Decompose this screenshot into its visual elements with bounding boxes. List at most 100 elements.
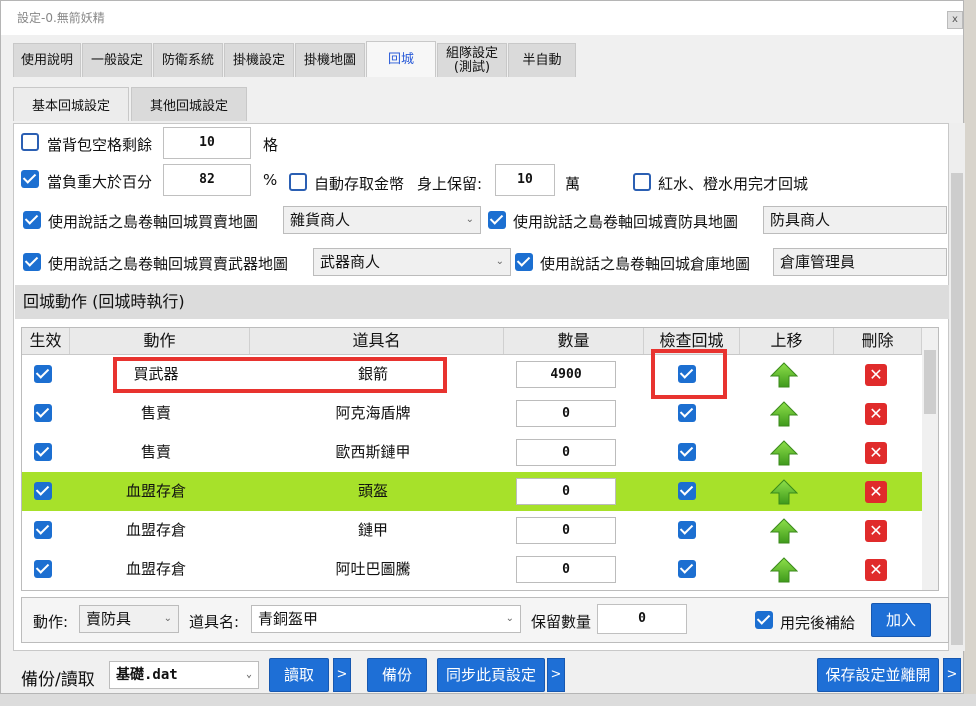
header-enabled[interactable]: 生效	[22, 328, 70, 354]
tab-other-return[interactable]: 其他回城設定	[131, 87, 247, 121]
table-row[interactable]: 血盟存倉 阿吐巴圖騰 0 ✕	[22, 550, 922, 589]
header-delete[interactable]: 刪除	[834, 328, 922, 354]
row-enabled-checkbox[interactable]	[34, 482, 52, 500]
delete-icon[interactable]: ✕	[865, 364, 887, 386]
form-item-dropdown[interactable]: 青銅盔甲 ⌄	[251, 605, 521, 633]
row-check-checkbox[interactable]	[678, 560, 696, 578]
scroll-warehouse-checkbox[interactable]	[515, 253, 533, 271]
table-row[interactable]: 血盟存倉 鏈甲 0 ✕	[22, 511, 922, 550]
save-exit-button[interactable]: 保存設定並離開	[817, 658, 939, 692]
scroll-warehouse-dropdown[interactable]: 倉庫管理員	[773, 248, 947, 276]
delete-icon[interactable]: ✕	[865, 559, 887, 581]
row-check-checkbox[interactable]	[678, 521, 696, 539]
add-button[interactable]: 加入	[871, 603, 931, 637]
tab-basic-return[interactable]: 基本回城設定	[13, 87, 129, 121]
form-action-value: 賣防具	[86, 610, 132, 628]
arrow-up-icon[interactable]	[770, 479, 798, 505]
potion-label: 紅水、橙水用完才回城	[658, 175, 809, 193]
row-enabled-checkbox[interactable]	[34, 365, 52, 383]
row-enabled-checkbox[interactable]	[34, 404, 52, 422]
keep-input[interactable]: 10	[495, 164, 555, 196]
scroll-weapon-value: 武器商人	[320, 253, 381, 271]
settings-window: 設定-0.無箭妖精 x 使用說明 一般設定 防衛系統 掛機設定 掛機地圖 回城 …	[0, 0, 965, 694]
header-action[interactable]: 動作	[70, 328, 250, 354]
arrow-up-icon[interactable]	[770, 518, 798, 544]
header-item[interactable]: 道具名	[250, 328, 504, 354]
row-qty-input[interactable]: 0	[516, 439, 616, 466]
bag-slots-label: 當背包空格剩餘	[47, 136, 153, 154]
arrow-up-icon[interactable]	[770, 362, 798, 388]
tab-general[interactable]: 一般設定	[82, 43, 152, 77]
scroll-armor-dropdown[interactable]: 防具商人	[763, 206, 947, 234]
table-row[interactable]: 售賣 歐西斯鏈甲 0 ✕	[22, 433, 922, 472]
backup-file-dropdown[interactable]: 基礎.dat ⌄	[109, 661, 259, 689]
weight-checkbox[interactable]	[21, 170, 39, 188]
row-qty-input[interactable]: 4900	[516, 361, 616, 388]
sub-tab-bar: 基本回城設定 其他回城設定	[13, 87, 249, 121]
backup-label: 備份/讀取	[21, 670, 95, 690]
tab-semi-auto[interactable]: 半自動	[508, 43, 576, 77]
chevron-down-icon: ⌄	[163, 613, 172, 624]
header-move-up[interactable]: 上移	[740, 328, 834, 354]
row-enabled-checkbox[interactable]	[34, 560, 52, 578]
scroll-sell-value: 雜貨商人	[290, 211, 351, 229]
tab-instructions[interactable]: 使用說明	[13, 43, 81, 77]
row-enabled-checkbox[interactable]	[34, 443, 52, 461]
row-check-checkbox[interactable]	[678, 404, 696, 422]
arrow-up-icon[interactable]	[770, 440, 798, 466]
arrow-up-icon[interactable]	[770, 557, 798, 583]
scroll-sell-dropdown[interactable]: 雜貨商人 ⌄	[283, 206, 481, 234]
table-row[interactable]: 血盟存倉 頭盔 0 ✕	[22, 472, 922, 511]
scroll-weapon-checkbox[interactable]	[23, 253, 41, 271]
window-title: 設定-0.無箭妖精	[17, 11, 105, 25]
close-button[interactable]: x	[947, 11, 963, 29]
row-qty-input[interactable]: 0	[516, 556, 616, 583]
row-action: 血盟存倉	[125, 560, 186, 578]
tab-afk-settings[interactable]: 掛機設定	[224, 43, 294, 77]
refill-checkbox[interactable]	[755, 611, 773, 629]
delete-icon[interactable]: ✕	[865, 442, 887, 464]
row-action: 售賣	[140, 443, 171, 461]
row-qty-input[interactable]: 0	[516, 400, 616, 427]
arrow-up-icon[interactable]	[770, 401, 798, 427]
delete-icon[interactable]: ✕	[865, 481, 887, 503]
form-action-dropdown[interactable]: 賣防具 ⌄	[79, 605, 179, 633]
scroll-warehouse-value: 倉庫管理員	[780, 253, 856, 271]
weight-input[interactable]: 82	[163, 164, 251, 196]
table-row[interactable]: 售賣 阿克海盾牌 0 ✕	[22, 394, 922, 433]
section-title: 回城動作 (回城時執行)	[15, 285, 949, 319]
grid-scroll-thumb[interactable]	[924, 350, 936, 414]
row-check-checkbox[interactable]	[678, 443, 696, 461]
scroll-armor-checkbox[interactable]	[488, 211, 506, 229]
panel-scroll-thumb[interactable]	[951, 173, 963, 645]
delete-icon[interactable]: ✕	[865, 403, 887, 425]
form-keep-input[interactable]: 0	[597, 604, 687, 634]
scroll-warehouse-label: 使用說話之島卷軸回城倉庫地圖	[540, 255, 751, 273]
tab-party[interactable]: 組隊設定 (測試)	[437, 43, 507, 77]
potion-checkbox[interactable]	[633, 173, 651, 191]
tab-defense[interactable]: 防衛系統	[153, 43, 223, 77]
row-action: 售賣	[140, 404, 171, 422]
tab-return-town[interactable]: 回城	[366, 41, 436, 77]
row-qty-input[interactable]: 0	[516, 517, 616, 544]
sync-button[interactable]: 同步此頁設定	[437, 658, 545, 692]
bag-slots-checkbox[interactable]	[21, 133, 39, 151]
row-check-checkbox[interactable]	[678, 482, 696, 500]
save-more-button[interactable]: >	[943, 658, 961, 692]
read-button[interactable]: 讀取	[269, 658, 329, 692]
auto-deposit-checkbox[interactable]	[289, 173, 307, 191]
scroll-sell-checkbox[interactable]	[23, 211, 41, 229]
delete-icon[interactable]: ✕	[865, 520, 887, 542]
header-qty[interactable]: 數量	[504, 328, 644, 354]
scroll-weapon-dropdown[interactable]: 武器商人 ⌄	[313, 248, 511, 276]
row-qty-input[interactable]: 0	[516, 478, 616, 505]
auto-deposit-label: 自動存取金幣	[314, 175, 405, 193]
read-more-button[interactable]: >	[333, 658, 351, 692]
bag-slots-input[interactable]: 10	[163, 127, 251, 159]
tab-afk-map[interactable]: 掛機地圖	[295, 43, 365, 77]
highlight-box-item	[113, 357, 447, 393]
row-enabled-checkbox[interactable]	[34, 521, 52, 539]
form-item-value: 青銅盔甲	[258, 610, 319, 628]
sync-more-button[interactable]: >	[547, 658, 565, 692]
backup-button[interactable]: 備份	[367, 658, 427, 692]
